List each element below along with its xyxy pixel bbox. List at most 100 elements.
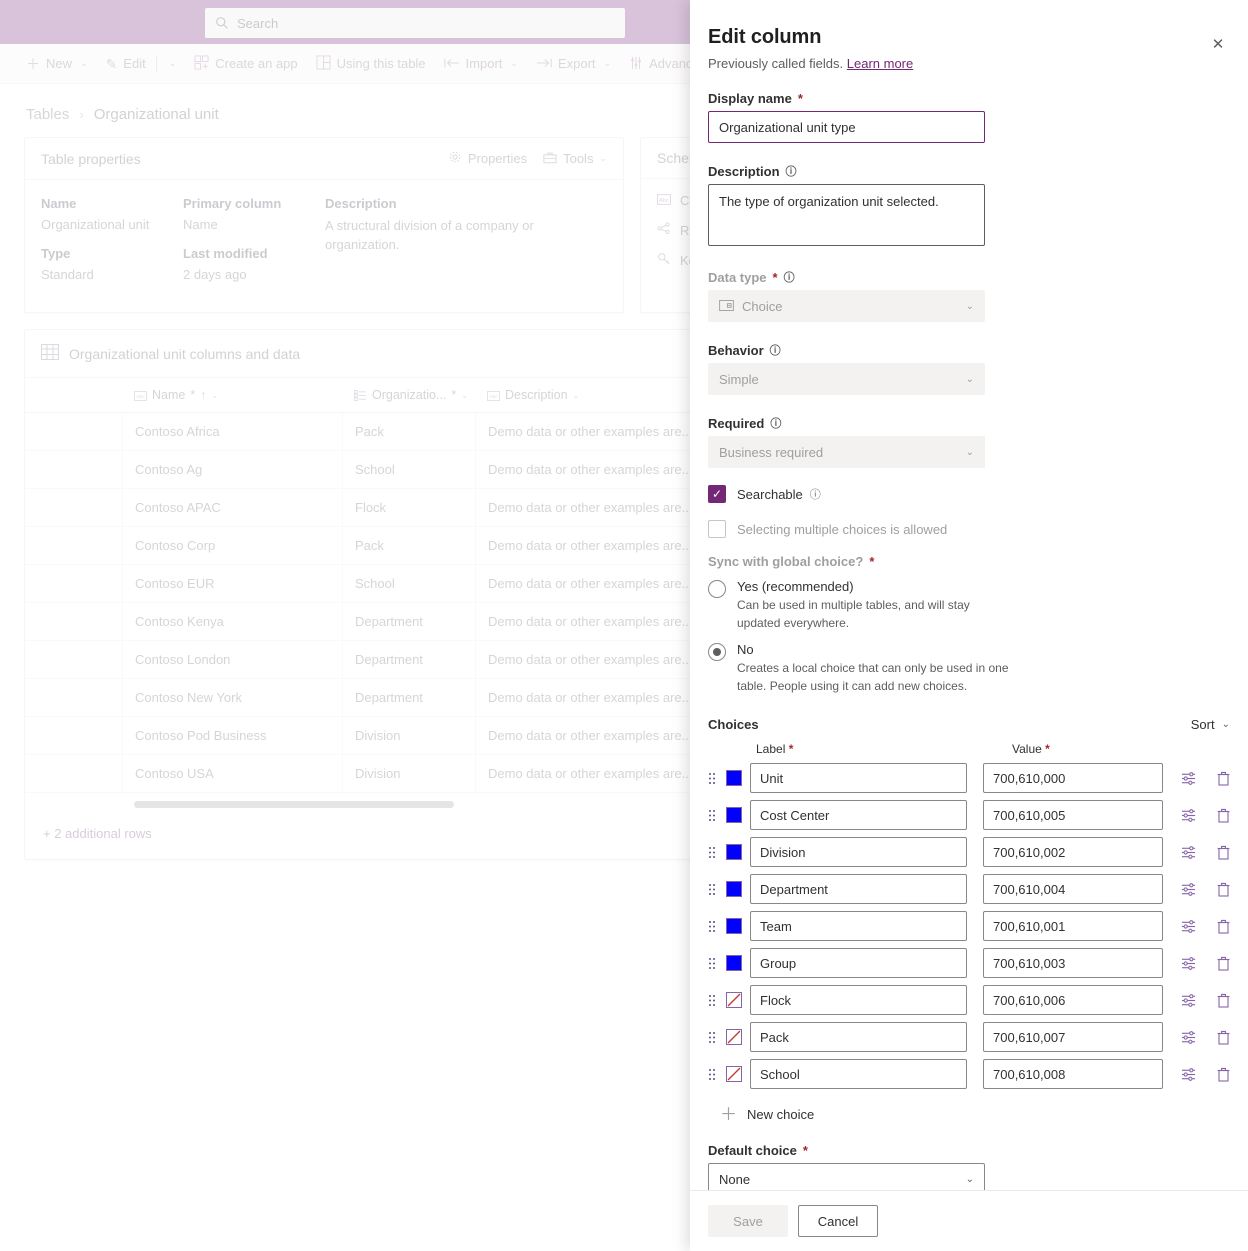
choice-row[interactable]	[708, 874, 1230, 904]
info-icon[interactable]: ⓘ	[770, 342, 781, 358]
abc-text-icon: Abc	[657, 193, 671, 208]
choice-row[interactable]	[708, 1022, 1230, 1052]
drag-handle-icon[interactable]	[708, 1030, 718, 1044]
default-choice-select[interactable]: None ⌄	[708, 1163, 985, 1190]
command-create-an-app[interactable]: Create an app	[186, 50, 305, 77]
info-icon[interactable]: ⓘ	[786, 163, 797, 179]
drag-handle-icon[interactable]	[708, 919, 718, 933]
drag-handle-icon[interactable]	[708, 1067, 718, 1081]
global-search-box[interactable]: Search	[205, 8, 625, 38]
breadcrumb-tables-link[interactable]: Tables	[26, 106, 69, 123]
command-export[interactable]: Export ⌄	[528, 51, 619, 76]
description-textarea[interactable]	[708, 184, 985, 246]
cell-org-unit-type: School	[342, 451, 475, 488]
trash-icon[interactable]	[1217, 845, 1230, 860]
choice-label-input[interactable]	[750, 874, 967, 904]
drag-handle-icon[interactable]	[708, 956, 718, 970]
choice-label-input[interactable]	[750, 985, 967, 1015]
column-header-org-unit-type[interactable]: Organizatio... * ⌄	[342, 388, 475, 402]
sliders-icon[interactable]	[1181, 845, 1196, 860]
column-header-name[interactable]: Abc Name * ↑ ⌄	[122, 388, 342, 402]
choice-label-input[interactable]	[750, 1059, 967, 1089]
choice-value-input[interactable]	[983, 948, 1163, 978]
choice-color-swatch[interactable]	[726, 955, 742, 971]
choice-value-input[interactable]	[983, 837, 1163, 867]
sliders-icon[interactable]	[1181, 993, 1196, 1008]
drag-handle-icon[interactable]	[708, 882, 718, 896]
trash-icon[interactable]	[1217, 956, 1230, 971]
choice-value-input[interactable]	[983, 763, 1163, 793]
choice-value-input[interactable]	[983, 1022, 1163, 1052]
choice-row[interactable]	[708, 837, 1230, 867]
choice-label-input[interactable]	[750, 837, 967, 867]
sort-button[interactable]: Sort ⌄	[1191, 717, 1230, 732]
choice-label-input[interactable]	[750, 948, 967, 978]
trash-icon[interactable]	[1217, 808, 1230, 823]
sliders-icon[interactable]	[1181, 1030, 1196, 1045]
display-name-input[interactable]	[708, 111, 985, 143]
choice-color-swatch-none[interactable]	[726, 992, 742, 1008]
drag-handle-icon[interactable]	[708, 808, 718, 822]
searchable-checkbox-row[interactable]: ✓ Searchable ⓘ	[708, 485, 1230, 503]
sliders-icon[interactable]	[1181, 808, 1196, 823]
choice-row[interactable]	[708, 1059, 1230, 1089]
choice-color-swatch-none[interactable]	[726, 1066, 742, 1082]
choice-row[interactable]	[708, 948, 1230, 978]
choice-color-swatch[interactable]	[726, 770, 742, 786]
drag-handle-icon[interactable]	[708, 771, 718, 785]
trash-icon[interactable]	[1217, 1030, 1230, 1045]
sliders-icon[interactable]	[1181, 882, 1196, 897]
cell-name: Contoso London	[122, 641, 342, 678]
choice-row[interactable]	[708, 800, 1230, 830]
command-import[interactable]: Import ⌄	[436, 51, 526, 76]
choice-label-input[interactable]	[750, 763, 967, 793]
info-icon[interactable]: ⓘ	[770, 415, 781, 431]
sliders-icon[interactable]	[1181, 771, 1196, 786]
drag-handle-icon[interactable]	[708, 993, 718, 1007]
command-edit[interactable]: ✎ Edit ⌄	[98, 51, 185, 77]
info-icon[interactable]: ⓘ	[810, 486, 821, 502]
choice-color-swatch[interactable]	[726, 844, 742, 860]
tools-button[interactable]: Tools ⌄	[543, 151, 607, 167]
choice-label-input[interactable]	[750, 1022, 967, 1052]
plus-icon: ＋	[26, 55, 40, 72]
close-icon[interactable]: ✕	[1208, 34, 1228, 54]
choice-value-input[interactable]	[983, 911, 1163, 941]
choice-row[interactable]	[708, 763, 1230, 793]
choice-color-swatch[interactable]	[726, 807, 742, 823]
choice-value-input[interactable]	[983, 800, 1163, 830]
choice-value-input[interactable]	[983, 985, 1163, 1015]
required-asterisk: *	[190, 388, 196, 402]
tp-primary-column-label: Primary column	[183, 196, 282, 211]
sliders-icon[interactable]	[1181, 919, 1196, 934]
drag-handle-icon[interactable]	[708, 845, 718, 859]
save-button[interactable]: Save	[708, 1205, 788, 1237]
trash-icon[interactable]	[1217, 1067, 1230, 1082]
properties-button[interactable]: Properties	[448, 150, 527, 167]
choice-color-swatch[interactable]	[726, 881, 742, 897]
learn-more-link[interactable]: Learn more	[847, 56, 913, 71]
choice-color-swatch[interactable]	[726, 918, 742, 934]
choice-row[interactable]	[708, 911, 1230, 941]
radio-option-yes[interactable]: Yes (recommended) Can be used in multipl…	[708, 579, 1230, 632]
new-choice-button[interactable]: ＋ New choice	[708, 1106, 1230, 1123]
choice-color-swatch-none[interactable]	[726, 1029, 742, 1045]
command-new[interactable]: ＋ New ⌄	[18, 51, 96, 76]
choice-label-input[interactable]	[750, 911, 967, 941]
trash-icon[interactable]	[1217, 993, 1230, 1008]
choices-column-headers: Label * Value *	[708, 742, 1230, 756]
choice-label-input[interactable]	[750, 800, 967, 830]
radio-option-no[interactable]: No Creates a local choice that can only …	[708, 642, 1230, 695]
trash-icon[interactable]	[1217, 771, 1230, 786]
choice-value-input[interactable]	[983, 874, 1163, 904]
choice-value-input[interactable]	[983, 1059, 1163, 1089]
info-icon[interactable]: ⓘ	[784, 269, 795, 285]
sliders-icon[interactable]	[1181, 956, 1196, 971]
trash-icon[interactable]	[1217, 919, 1230, 934]
sliders-icon[interactable]	[1181, 1067, 1196, 1082]
trash-icon[interactable]	[1217, 882, 1230, 897]
command-using-this-table[interactable]: Using this table	[308, 50, 434, 77]
horizontal-scrollbar[interactable]	[134, 801, 454, 808]
cancel-button[interactable]: Cancel	[798, 1205, 878, 1237]
choice-row[interactable]	[708, 985, 1230, 1015]
